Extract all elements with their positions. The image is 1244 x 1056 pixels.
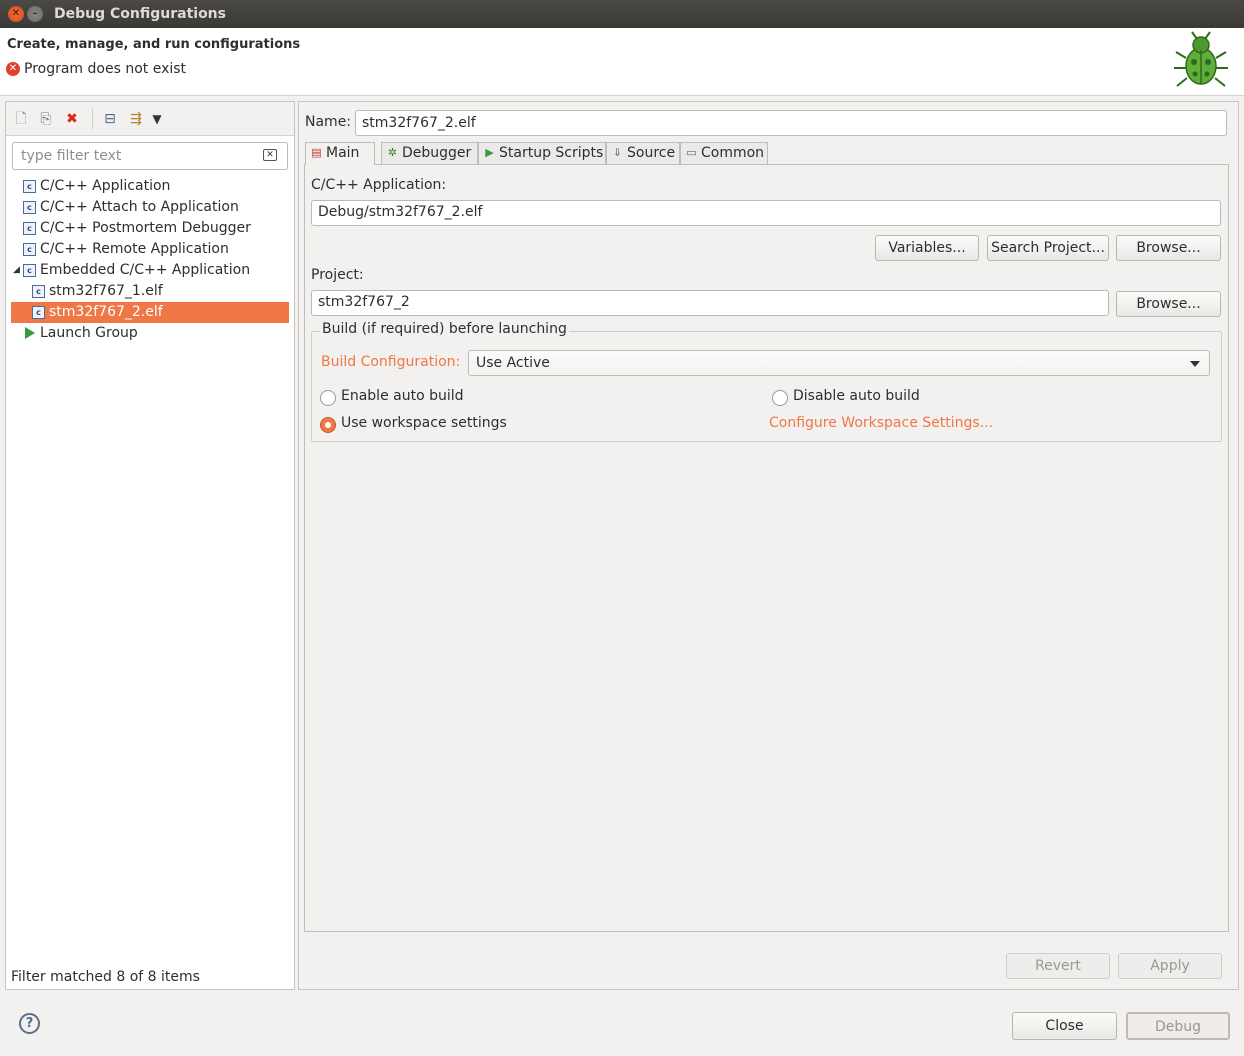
apply-button[interactable]: Apply	[1118, 953, 1222, 979]
project-input[interactable]: stm32f767_2	[311, 290, 1109, 316]
tree-item-embedded-cpp[interactable]: ◢ c Embedded C/C++ Application	[11, 260, 289, 281]
clear-filter-icon[interactable]: ✕	[263, 149, 277, 161]
source-tab-icon: ⇓	[612, 146, 623, 159]
common-tab-icon: ▭	[686, 146, 697, 159]
build-configuration-label: Build Configuration:	[321, 354, 461, 370]
project-label: Project:	[311, 267, 364, 283]
c-config-icon: c	[32, 285, 45, 298]
header-message: Program does not exist	[24, 61, 187, 77]
tree-item-cpp-postmortem[interactable]: c C/C++ Postmortem Debugger	[11, 218, 289, 239]
tree-item-label: stm32f767_2.elf	[49, 304, 163, 320]
view-menu-chevron-down-icon[interactable]: ▼	[148, 110, 166, 128]
enable-auto-build-radio[interactable]	[320, 390, 336, 406]
tree-item-launch-group[interactable]: Launch Group	[11, 323, 289, 344]
build-configuration-select[interactable]: Use Active	[468, 350, 1210, 376]
tree-item-cpp-attach[interactable]: c C/C++ Attach to Application	[11, 197, 289, 218]
use-workspace-settings-label: Use workspace settings	[341, 415, 507, 431]
delete-configuration-icon[interactable]: ✖	[63, 110, 81, 128]
browse-project-button[interactable]: Browse...	[1116, 291, 1221, 317]
tab-startup-scripts[interactable]: ▶ Startup Scripts	[478, 142, 606, 164]
tree-item-stm32f767-2[interactable]: c stm32f767_2.elf	[11, 302, 289, 323]
build-before-launch-group: Build (if required) before launching Bui…	[311, 321, 1222, 442]
revert-button[interactable]: Revert	[1006, 953, 1110, 979]
cpp-application-label: C/C++ Application:	[311, 177, 447, 193]
collapse-all-icon[interactable]: ⊟	[101, 110, 119, 128]
window-titlebar: ✕ – Debug Configurations	[0, 0, 1244, 28]
debug-button[interactable]: Debug	[1126, 1012, 1230, 1040]
toolbar-separator	[92, 109, 93, 129]
tab-label: Debugger	[402, 145, 472, 161]
c-config-icon: c	[23, 201, 36, 214]
help-icon[interactable]: ?	[19, 1013, 40, 1034]
cpp-application-input[interactable]: Debug/stm32f767_2.elf	[311, 200, 1221, 226]
main-tab-content: C/C++ Application: Debug/stm32f767_2.elf…	[304, 164, 1229, 932]
filter-input[interactable]	[19, 147, 249, 165]
main-tab-icon: ▤	[311, 146, 322, 159]
tab-label: Main	[326, 145, 360, 161]
tab-label: Common	[701, 145, 765, 161]
filter-status: Filter matched 8 of 8 items	[11, 969, 200, 985]
filter-configurations-icon[interactable]: ⇶	[127, 110, 145, 128]
variables-button[interactable]: Variables...	[875, 235, 979, 261]
new-configuration-icon[interactable]: 🗋	[12, 110, 30, 128]
error-icon: ✕	[6, 62, 20, 76]
c-config-icon: c	[23, 243, 36, 256]
launch-group-icon	[25, 327, 35, 339]
c-config-icon: c	[23, 222, 36, 235]
tab-label: Startup Scripts	[499, 145, 604, 161]
debugger-tab-icon: ✲	[387, 146, 398, 159]
filter-field[interactable]: ✕	[12, 142, 288, 170]
build-group-label: Build (if required) before launching	[320, 321, 569, 337]
close-button[interactable]: Close	[1012, 1012, 1117, 1040]
startup-scripts-tab-icon: ▶	[485, 146, 494, 159]
name-label: Name:	[305, 114, 352, 130]
disable-auto-build-label: Disable auto build	[793, 388, 920, 404]
configure-workspace-settings-link[interactable]: Configure Workspace Settings...	[769, 415, 993, 431]
tab-common[interactable]: ▭ Common	[680, 142, 768, 164]
use-workspace-settings-radio[interactable]	[320, 417, 336, 433]
expand-arrow-icon[interactable]: ◢	[13, 260, 20, 281]
tab-label: Source	[627, 145, 676, 161]
tree-item-label: C/C++ Postmortem Debugger	[40, 220, 251, 236]
tree-item-label: C/C++ Remote Application	[40, 241, 229, 257]
configuration-toolbar: 🗋 ⎘ ✖ ⊟ ⇶ ▼	[6, 102, 294, 136]
dialog-header: Create, manage, and run configurations ✕…	[0, 28, 1244, 96]
configuration-editor-panel: Name: ▤ Main ✲ Debugger ▶ Startup Script…	[298, 101, 1239, 990]
c-config-icon: c	[23, 180, 36, 193]
chevron-down-icon	[1190, 361, 1200, 367]
disable-auto-build-radio[interactable]	[772, 390, 788, 406]
duplicate-configuration-icon[interactable]: ⎘	[37, 110, 55, 128]
close-window-icon[interactable]: ✕	[8, 6, 24, 22]
bug-icon	[1174, 31, 1228, 87]
tree-item-cpp-application[interactable]: c C/C++ Application	[11, 176, 289, 197]
tab-main[interactable]: ▤ Main	[305, 142, 375, 165]
tree-item-cpp-remote[interactable]: c C/C++ Remote Application	[11, 239, 289, 260]
c-config-icon: c	[32, 306, 45, 319]
name-input[interactable]	[355, 110, 1227, 136]
enable-auto-build-label: Enable auto build	[341, 388, 464, 404]
tree-item-label: stm32f767_1.elf	[49, 283, 163, 299]
tree-item-stm32f767-1[interactable]: c stm32f767_1.elf	[11, 281, 289, 302]
minimize-window-icon[interactable]: –	[27, 6, 43, 22]
browse-application-button[interactable]: Browse...	[1116, 235, 1221, 261]
tree-item-label: Launch Group	[40, 325, 138, 341]
tree-item-label: Embedded C/C++ Application	[40, 262, 251, 278]
header-title: Create, manage, and run configurations	[7, 37, 301, 52]
tree-item-label: C/C++ Application	[40, 178, 171, 194]
window-title: Debug Configurations	[54, 6, 226, 22]
tree-item-label: C/C++ Attach to Application	[40, 199, 239, 215]
tab-debugger[interactable]: ✲ Debugger	[381, 142, 478, 164]
c-config-icon: c	[23, 264, 36, 277]
configuration-list-panel: 🗋 ⎘ ✖ ⊟ ⇶ ▼ ✕ c C/C++ Application c C/C+…	[5, 101, 295, 990]
build-configuration-value: Use Active	[476, 355, 550, 371]
search-project-button[interactable]: Search Project...	[987, 235, 1109, 261]
tab-source[interactable]: ⇓ Source	[606, 142, 680, 164]
